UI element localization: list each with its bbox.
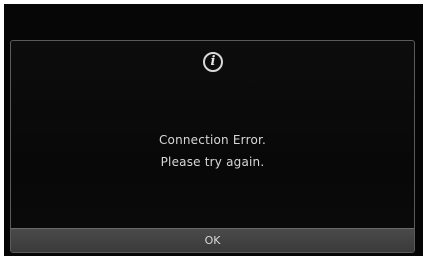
status-area <box>4 4 423 40</box>
dialog-message: Connection Error. Please try again. <box>11 129 414 173</box>
message-line-2: Please try again. <box>160 155 265 169</box>
display-screen: i Connection Error. Please try again. OK <box>4 4 423 256</box>
connection-error-dialog: i Connection Error. Please try again. OK <box>10 40 415 253</box>
message-line-1: Connection Error. <box>158 133 267 147</box>
info-icon: i <box>203 52 223 72</box>
ok-button[interactable]: OK <box>11 228 414 252</box>
